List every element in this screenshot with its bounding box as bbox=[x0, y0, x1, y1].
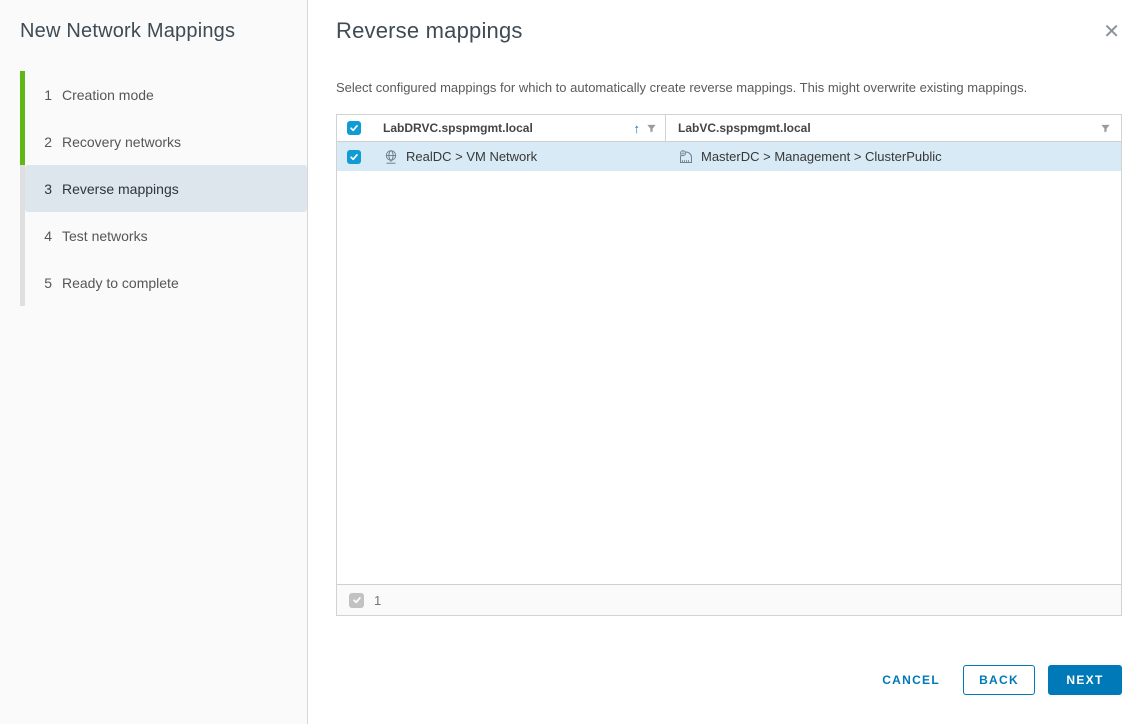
step-creation-mode[interactable]: 1 Creation mode bbox=[20, 71, 307, 118]
column-header-target[interactable]: LabVC.spspmgmt.local bbox=[666, 115, 1121, 141]
network-globe-icon bbox=[383, 149, 399, 165]
step-reverse-mappings[interactable]: 3 Reverse mappings bbox=[20, 165, 307, 212]
check-icon bbox=[349, 153, 358, 160]
step-label: Creation mode bbox=[62, 86, 154, 103]
step-number: 1 bbox=[44, 86, 52, 103]
step-number: 2 bbox=[44, 133, 52, 150]
column-header-source[interactable]: LabDRVC.spspmgmt.local ↑ bbox=[370, 115, 666, 141]
target-network-label: MasterDC > Management > ClusterPublic bbox=[701, 149, 942, 164]
back-button[interactable]: BACK bbox=[963, 665, 1035, 695]
table-row[interactable]: RealDC > VM Network MasterDC > Managemen… bbox=[337, 142, 1121, 171]
cancel-button[interactable]: CANCEL bbox=[872, 665, 950, 695]
step-number: 3 bbox=[44, 180, 52, 197]
datagrid-header: LabDRVC.spspmgmt.local ↑ LabVC.spspmgmt.… bbox=[337, 115, 1121, 142]
check-icon bbox=[349, 125, 358, 132]
header-checkbox-cell bbox=[337, 115, 370, 141]
step-number: 5 bbox=[44, 274, 52, 291]
panel-header: Reverse mappings ✕ bbox=[336, 18, 1122, 46]
step-number: 4 bbox=[44, 227, 52, 244]
wizard-sidebar: New Network Mappings 1 Creation mode 2 R… bbox=[0, 0, 308, 724]
step-test-networks[interactable]: 4 Test networks bbox=[20, 212, 307, 259]
step-label: Recovery networks bbox=[62, 133, 182, 150]
row-checkbox[interactable] bbox=[346, 149, 361, 164]
selected-count: 1 bbox=[374, 592, 382, 608]
new-network-mappings-wizard: New Network Mappings 1 Creation mode 2 R… bbox=[0, 0, 1148, 724]
column-header-label: LabVC.spspmgmt.local bbox=[678, 121, 811, 135]
sort-ascending-icon[interactable]: ↑ bbox=[634, 122, 641, 135]
page-title: Reverse mappings bbox=[336, 18, 523, 43]
source-network-label: RealDC > VM Network bbox=[406, 149, 538, 164]
datagrid-footer: 1 bbox=[337, 584, 1121, 615]
step-label: Ready to complete bbox=[62, 274, 179, 291]
step-description: Select configured mappings for which to … bbox=[336, 80, 1028, 95]
mappings-datagrid: LabDRVC.spspmgmt.local ↑ LabVC.spspmgmt.… bbox=[336, 114, 1122, 616]
wizard-steps: 1 Creation mode 2 Recovery networks 3 Re… bbox=[0, 71, 307, 306]
selected-count-icon bbox=[349, 592, 364, 608]
source-network-cell: RealDC > VM Network bbox=[370, 142, 666, 171]
wizard-actions: CANCEL BACK NEXT bbox=[336, 665, 1122, 695]
select-all-checkbox[interactable] bbox=[346, 121, 361, 135]
close-icon: ✕ bbox=[1103, 21, 1120, 43]
wizard-title: New Network Mappings bbox=[20, 20, 236, 42]
step-label: Test networks bbox=[62, 227, 148, 244]
filter-icon[interactable] bbox=[646, 123, 657, 134]
datagrid-empty-area bbox=[337, 171, 1121, 584]
filter-icon[interactable] bbox=[1100, 123, 1111, 134]
step-ready-to-complete[interactable]: 5 Ready to complete bbox=[20, 259, 307, 306]
row-checkbox-cell bbox=[337, 142, 370, 171]
step-recovery-networks[interactable]: 2 Recovery networks bbox=[20, 118, 307, 165]
wizard-step-panel: Reverse mappings ✕ Select configured map… bbox=[308, 0, 1148, 724]
target-network-cell: MasterDC > Management > ClusterPublic bbox=[666, 142, 1121, 171]
close-button[interactable]: ✕ bbox=[1101, 18, 1122, 46]
step-label: Reverse mappings bbox=[62, 180, 179, 197]
next-button[interactable]: NEXT bbox=[1048, 665, 1122, 695]
column-header-label: LabDRVC.spspmgmt.local bbox=[383, 121, 533, 135]
distributed-port-group-icon bbox=[678, 149, 694, 165]
